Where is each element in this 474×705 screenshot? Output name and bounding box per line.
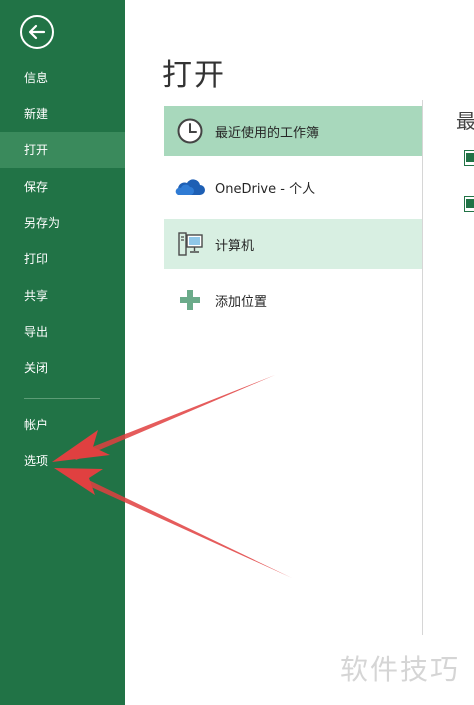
watermark: 软件技巧 — [340, 653, 461, 686]
annotation-arrows — [52, 375, 292, 578]
annotation-arrow-lower — [69, 472, 292, 578]
annotation-arrow-lower-head — [54, 468, 103, 495]
annotation-arrow-upper — [72, 375, 275, 460]
